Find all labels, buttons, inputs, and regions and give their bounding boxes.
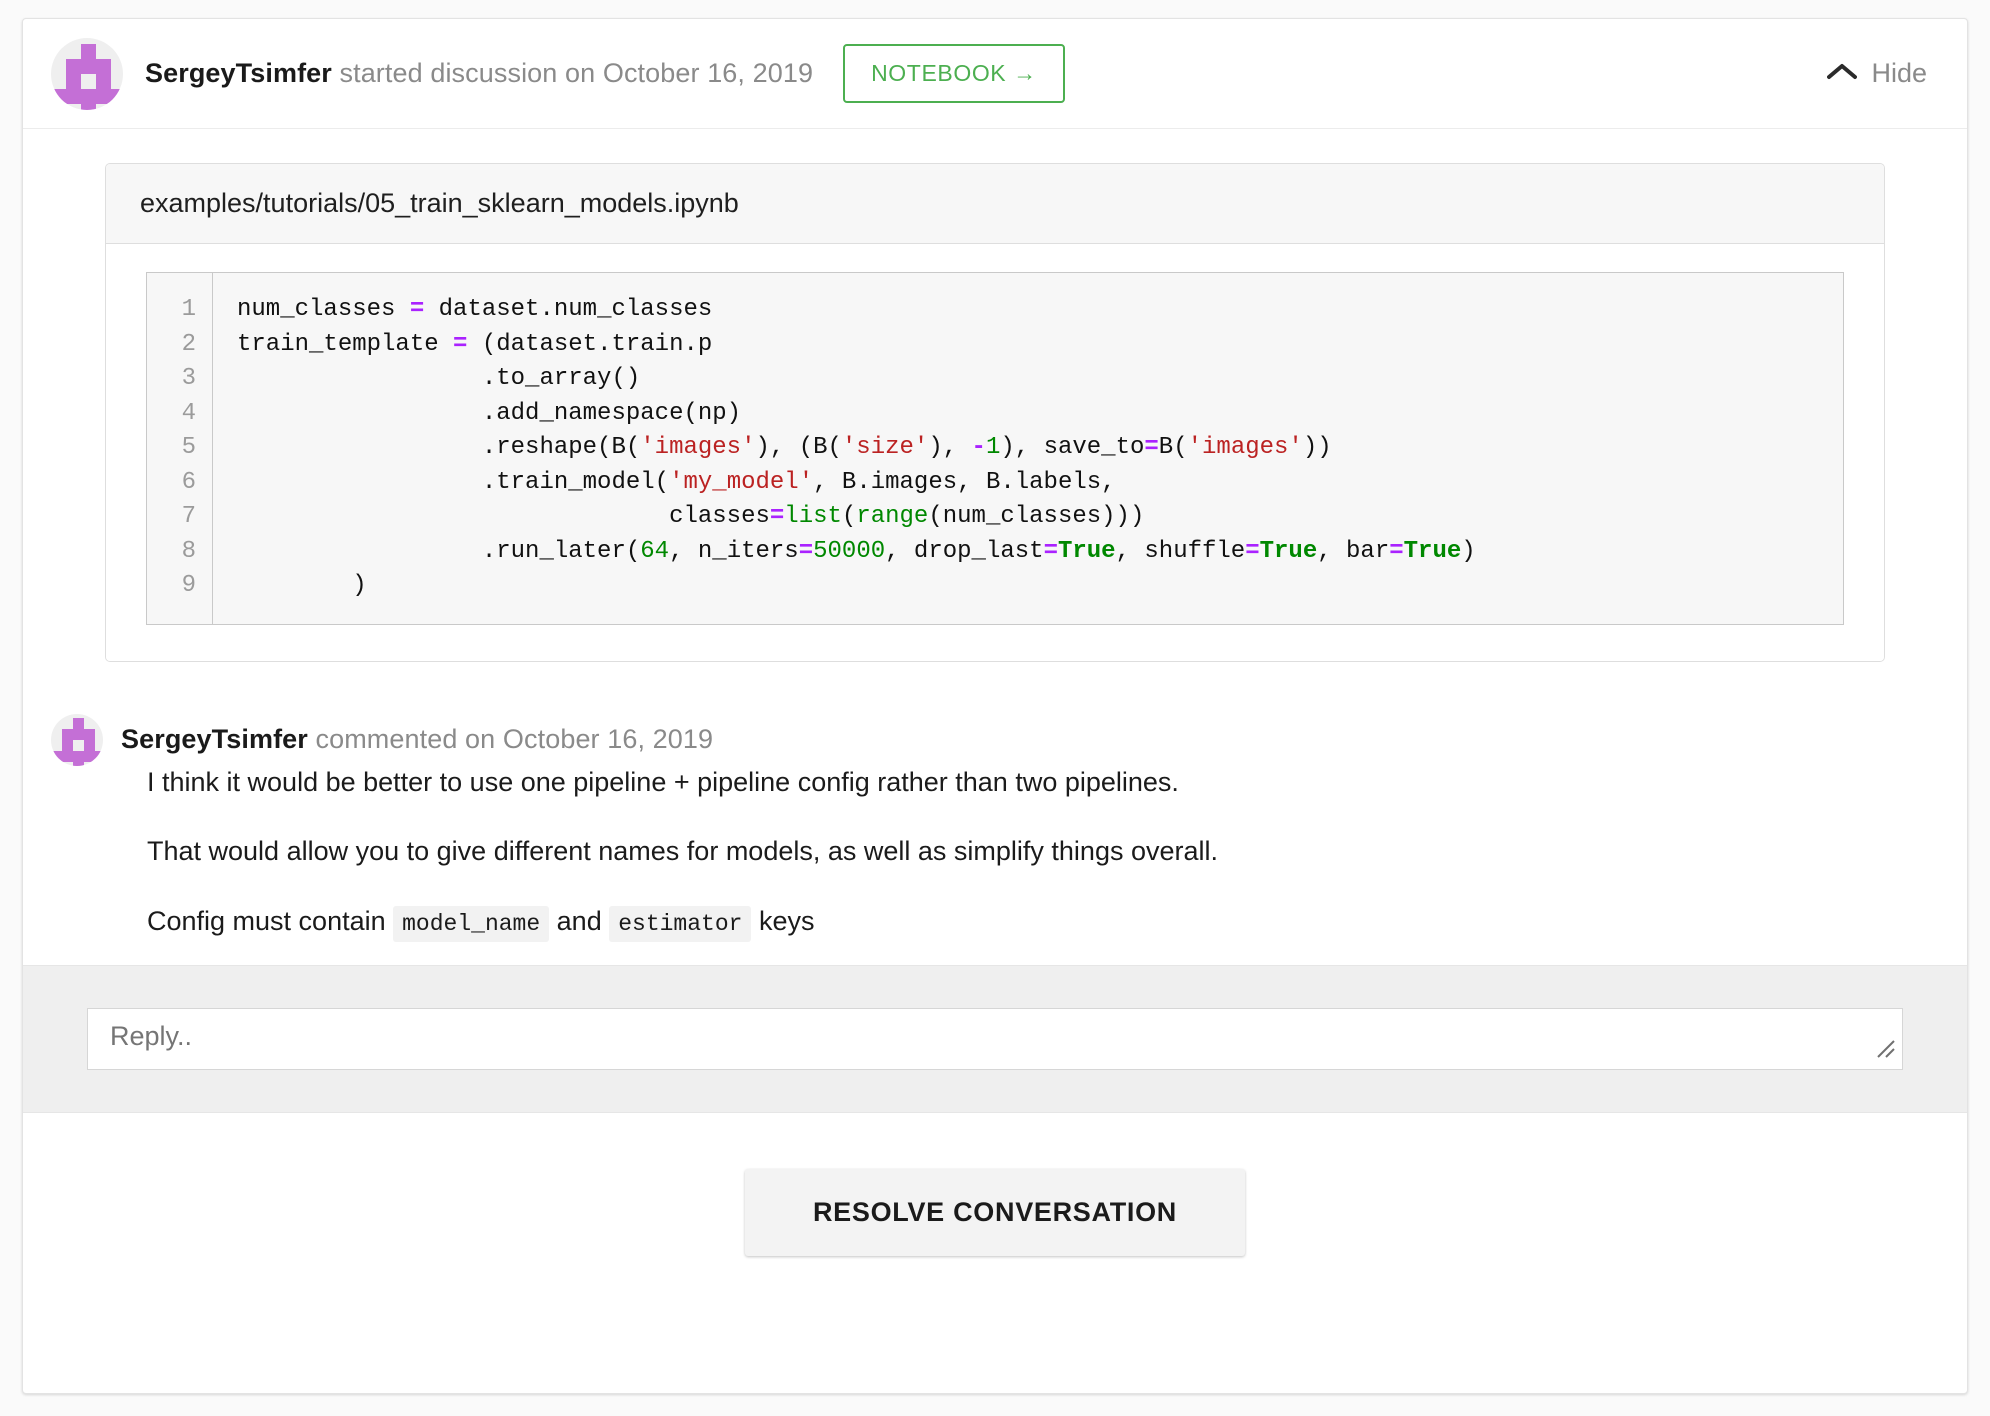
- comment-paragraph: That would allow you to give different n…: [147, 836, 1218, 867]
- code-line: .run_later(64, n_iters=50000, drop_last=…: [237, 537, 1476, 565]
- line-number: 4: [181, 399, 196, 427]
- avatar: [51, 37, 123, 110]
- line-number: 8: [181, 537, 196, 565]
- code-line: ): [237, 572, 367, 599]
- reply-wrapper: [87, 1007, 1903, 1070]
- discussion-header: SergeyTsimfer started discussion on Octo…: [23, 19, 1967, 129]
- code-line: .train_model('my_model', B.images, B.lab…: [237, 468, 1116, 496]
- text-prefix: Config must contain: [147, 906, 394, 936]
- comment-block: SergeyTsimfer commented on October 16, 2…: [23, 662, 1967, 965]
- comment-body: I think it would be better to use one pi…: [147, 766, 1885, 942]
- comment-meta: SergeyTsimfer commented on October 16, 2…: [121, 724, 713, 755]
- line-number: 5: [181, 434, 196, 461]
- discussion-title: SergeyTsimfer started discussion on Octo…: [145, 58, 813, 89]
- discussion-action: started discussion on: [331, 58, 603, 88]
- code-block: 1 2 3 4 5 6 7 8 9 num_classes = dataset.…: [146, 272, 1844, 625]
- inline-code-estimator: estimator: [609, 906, 752, 942]
- comment-header: SergeyTsimfer commented on October 16, 2…: [51, 713, 1885, 766]
- discussion-author: SergeyTsimfer: [145, 58, 332, 88]
- code-line: .add_namespace(np): [237, 399, 742, 427]
- code-line: classes=list(range(num_classes))): [237, 503, 1145, 530]
- discussion-page: SergeyTsimfer started discussion on Octo…: [0, 0, 1990, 1416]
- reply-input[interactable]: [87, 1007, 1903, 1070]
- line-number: 1: [181, 296, 196, 323]
- hide-label: Hide: [1871, 58, 1927, 88]
- code-line: train_template = (dataset.train.p: [237, 330, 713, 358]
- line-number: 2: [181, 330, 196, 358]
- reply-section: [23, 964, 1967, 1113]
- discussion-panel: SergeyTsimfer started discussion on Octo…: [22, 18, 1968, 1394]
- chevron-up-icon: [1827, 58, 1858, 89]
- line-number: 3: [181, 365, 196, 392]
- notebook-button[interactable]: NOTEBOOK →: [843, 44, 1065, 103]
- discussion-date: October 16, 2019: [602, 58, 814, 88]
- code-line: .to_array(): [237, 365, 641, 392]
- resolve-conversation-button[interactable]: RESOLVE CONVERSATION: [744, 1168, 1246, 1256]
- file-body: 1 2 3 4 5 6 7 8 9 num_classes = dataset.…: [106, 244, 1884, 661]
- comment-author: SergeyTsimfer: [121, 724, 308, 754]
- file-card: examples/tutorials/05_train_sklearn_mode…: [105, 163, 1885, 662]
- text-suffix: keys: [751, 906, 815, 936]
- code-line: num_classes = dataset.num_classes: [237, 296, 713, 323]
- file-path: examples/tutorials/05_train_sklearn_mode…: [106, 164, 1884, 244]
- code-line: .reshape(B('images'), (B('size'), -1), s…: [237, 434, 1332, 461]
- comment-action: commented on: [307, 724, 503, 754]
- line-number: 6: [181, 468, 196, 496]
- footer: RESOLVE CONVERSATION: [23, 1113, 1967, 1256]
- comment-avatar: [51, 713, 103, 766]
- comment-paragraph: I think it would be better to use one pi…: [147, 766, 1179, 797]
- line-number: 9: [181, 572, 196, 599]
- line-number: 7: [181, 503, 196, 530]
- hide-toggle[interactable]: Hide: [1827, 58, 1927, 89]
- comment-date: October 16, 2019: [502, 724, 714, 754]
- inline-code-model-name: model_name: [393, 906, 550, 942]
- file-section: examples/tutorials/05_train_sklearn_mode…: [23, 129, 1967, 662]
- code-content: num_classes = dataset.num_classes train_t…: [213, 273, 1476, 624]
- line-number-gutter: 1 2 3 4 5 6 7 8 9: [147, 273, 213, 624]
- text-middle: and: [549, 906, 610, 936]
- comment-paragraph: Config must contain model_name and estim…: [147, 905, 1885, 942]
